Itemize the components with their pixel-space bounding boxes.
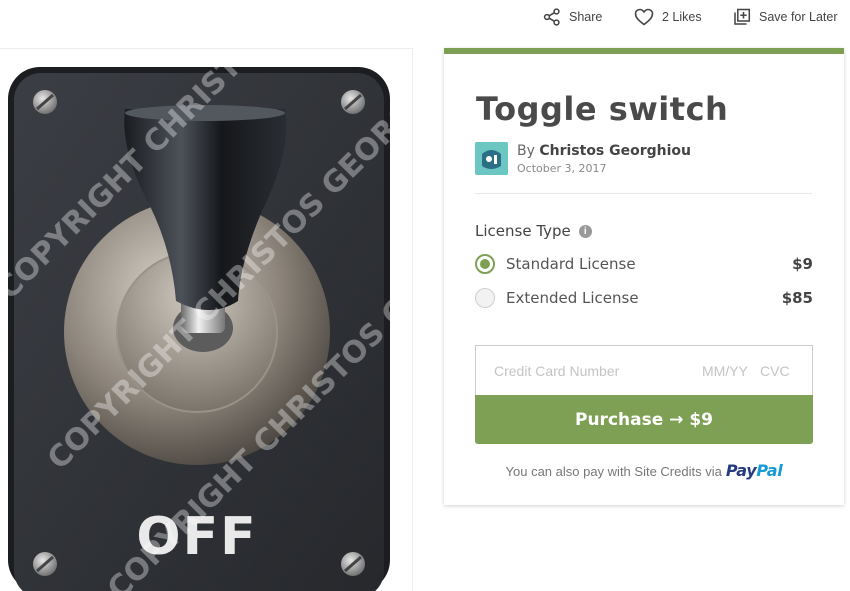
share-icon [543, 8, 561, 26]
license-type-heading: License Type i [475, 222, 592, 240]
author-avatar[interactable] [475, 142, 508, 175]
toggle-switch-illustration: OFF COPYRIGHT CHRISTOS GEORGHIOU COPYRIG… [0, 49, 412, 591]
extended-license-option[interactable]: Extended License $85 [475, 287, 813, 309]
author-prefix: By [517, 143, 535, 159]
save-for-later-button[interactable]: Save for Later [733, 8, 838, 26]
heart-icon [634, 8, 654, 26]
standard-license-option[interactable]: Standard License $9 [475, 253, 813, 275]
product-title: Toggle switch [476, 90, 729, 128]
save-collection-icon [733, 8, 751, 26]
save-for-later-label: Save for Later [759, 10, 838, 24]
author-name-link[interactable]: Christos Georghiou [539, 143, 691, 159]
info-icon[interactable]: i [578, 224, 592, 238]
paypal-logo-pay: Pay [725, 461, 757, 480]
likes-count-label: 2 Likes [662, 10, 702, 24]
paypal-link[interactable]: PayPal [726, 461, 783, 480]
screw-top-right [341, 90, 365, 114]
extended-license-label: Extended License [506, 289, 639, 307]
paypal-logo-pal: Pal [756, 461, 783, 480]
publish-date: October 3, 2017 [517, 162, 607, 175]
extended-license-radio[interactable] [475, 288, 495, 308]
author-byline: By Christos Georghiou [517, 143, 691, 159]
card-number-input[interactable] [494, 362, 702, 379]
standard-license-radio[interactable] [475, 254, 495, 274]
screw-top-left [33, 90, 57, 114]
alternative-payment: You can also pay with Site Credits via P… [444, 461, 844, 480]
share-button[interactable]: Share [543, 8, 602, 26]
product-preview-image[interactable]: OFF COPYRIGHT CHRISTOS GEORGHIOU COPYRIG… [0, 48, 413, 591]
share-label: Share [569, 10, 603, 24]
divider [475, 193, 812, 194]
site-credits-text: You can also pay with Site Credits via [505, 464, 722, 479]
card-expiry-input[interactable] [702, 362, 754, 379]
screw-bottom-right [341, 552, 365, 576]
purchase-card: Toggle switch By Christos Georghiou Octo… [444, 48, 844, 505]
purchase-button[interactable]: Purchase → $9 [475, 395, 813, 444]
extended-license-price: $85 [781, 289, 813, 307]
card-cvc-input[interactable] [760, 362, 794, 379]
license-type-label: License Type [475, 222, 571, 240]
screw-bottom-left [33, 552, 57, 576]
credit-card-form [475, 345, 813, 395]
top-action-bar: Share 2 Likes Save for Later [0, 0, 850, 38]
standard-license-price: $9 [792, 255, 813, 273]
like-button[interactable]: 2 Likes [634, 8, 702, 26]
standard-license-label: Standard License [506, 255, 636, 273]
